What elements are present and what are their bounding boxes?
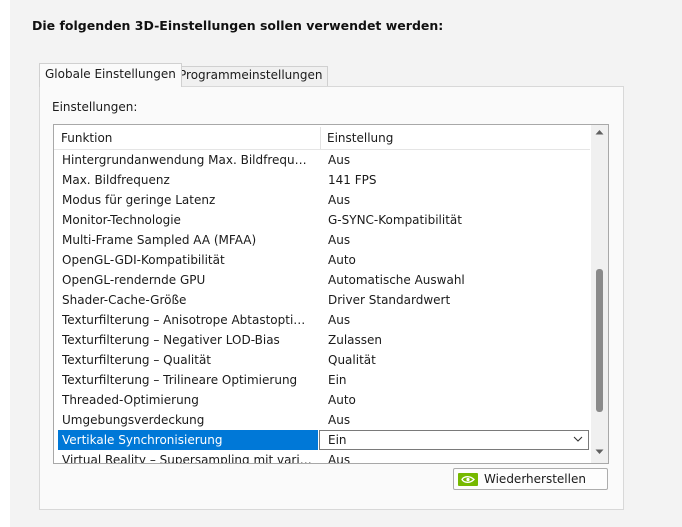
row-value: Aus [328, 413, 351, 427]
table-row[interactable]: Texturfilterung – Anisotrope Abtastoptim… [54, 310, 590, 330]
row-value: Aus [328, 233, 351, 247]
table-row[interactable]: OpenGL-rendernde GPU Automatische Auswah… [54, 270, 590, 290]
column-header-setting[interactable]: Einstellung [327, 131, 393, 145]
table-row[interactable]: Texturfilterung – Trilineare Optimierung… [54, 370, 590, 390]
row-value: Aus [328, 153, 351, 167]
row-value: Automatische Auswahl [328, 273, 465, 287]
tab-program-settings[interactable]: Programmeinstellungen [173, 66, 329, 86]
table-row[interactable]: Monitor-Technologie G-SYNC-Kompatibilitä… [54, 210, 590, 230]
row-function: Modus für geringe Latenz [62, 193, 216, 207]
table-row[interactable]: Multi-Frame Sampled AA (MFAA) Aus [54, 230, 590, 250]
list-header: Funktion Einstellung [54, 125, 590, 150]
row-value: 141 FPS [328, 173, 377, 187]
row-value: Aus [328, 453, 351, 464]
vertical-scrollbar[interactable] [591, 125, 608, 463]
settings-list[interactable]: Funktion Einstellung Hintergrundanwendun… [53, 124, 609, 464]
row-value: Aus [328, 313, 351, 327]
table-row[interactable]: Modus für geringe Latenz Aus [54, 190, 590, 210]
scroll-down-arrow-icon[interactable] [595, 449, 604, 455]
row-value: Ein [328, 373, 347, 387]
restore-button[interactable]: Wiederherstellen [453, 468, 608, 490]
row-function: Shader-Cache-Größe [62, 293, 187, 307]
table-row[interactable]: Virtual Reality – Supersampling mit vari… [54, 450, 590, 464]
row-function: Monitor-Technologie [62, 213, 181, 227]
row-value: Auto [328, 253, 356, 267]
column-separator[interactable] [320, 127, 321, 149]
page-heading: Die folgenden 3D-Einstellungen sollen ve… [32, 18, 444, 33]
row-function: Vertikale Synchronisierung [62, 433, 223, 447]
row-value: Aus [328, 193, 351, 207]
row-function: Texturfilterung – Anisotrope Abtastoptim… [62, 313, 312, 327]
nvidia-logo-icon [458, 473, 478, 486]
row-function: Texturfilterung – Trilineare Optimierung [62, 373, 298, 387]
row-function: Hintergrundanwendung Max. Bildfrequenz [62, 153, 312, 167]
table-row[interactable]: Shader-Cache-Größe Driver Standardwert [54, 290, 590, 310]
table-row[interactable]: Texturfilterung – Negativer LOD-Bias Zul… [54, 330, 590, 350]
scrollbar-thumb[interactable] [596, 269, 603, 412]
row-value: G-SYNC-Kompatibilität [328, 213, 462, 227]
row-value: Driver Standardwert [328, 293, 451, 307]
table-row[interactable]: OpenGL-GDI-Kompatibilität Auto [54, 250, 590, 270]
chevron-down-icon[interactable] [572, 433, 584, 445]
row-function: Umgebungsverdeckung [62, 413, 205, 427]
row-function: Multi-Frame Sampled AA (MFAA) [62, 233, 257, 247]
settings-rows: Hintergrundanwendung Max. Bildfrequenz A… [54, 150, 590, 464]
scroll-up-arrow-icon[interactable] [595, 129, 604, 135]
row-value: Ein [328, 433, 347, 447]
value-dropdown[interactable] [319, 430, 589, 450]
row-function: Texturfilterung – Negativer LOD-Bias [62, 333, 280, 347]
table-row-selected[interactable]: Vertikale Synchronisierung Ein [54, 430, 590, 450]
row-function: Texturfilterung – Qualität [62, 353, 212, 367]
column-header-function[interactable]: Funktion [61, 131, 112, 145]
tab-global-settings[interactable]: Globale Einstellungen [39, 63, 182, 87]
row-function: Threaded-Optimierung [62, 393, 199, 407]
row-function: Virtual Reality – Supersampling mit vari… [62, 453, 312, 464]
settings-label: Einstellungen: [52, 100, 138, 114]
row-value: Zulassen [328, 333, 383, 347]
restore-button-label: Wiederherstellen [484, 472, 586, 486]
row-value: Auto [328, 393, 356, 407]
table-row[interactable]: Umgebungsverdeckung Aus [54, 410, 590, 430]
row-function: OpenGL-rendernde GPU [62, 273, 206, 287]
row-function: Max. Bildfrequenz [62, 173, 170, 187]
table-row[interactable]: Hintergrundanwendung Max. Bildfrequenz A… [54, 150, 590, 170]
row-function: OpenGL-GDI-Kompatibilität [62, 253, 225, 267]
table-row[interactable]: Threaded-Optimierung Auto [54, 390, 590, 410]
table-row[interactable]: Max. Bildfrequenz 141 FPS [54, 170, 590, 190]
table-row[interactable]: Texturfilterung – Qualität Qualität [54, 350, 590, 370]
row-value: Qualität [328, 353, 376, 367]
